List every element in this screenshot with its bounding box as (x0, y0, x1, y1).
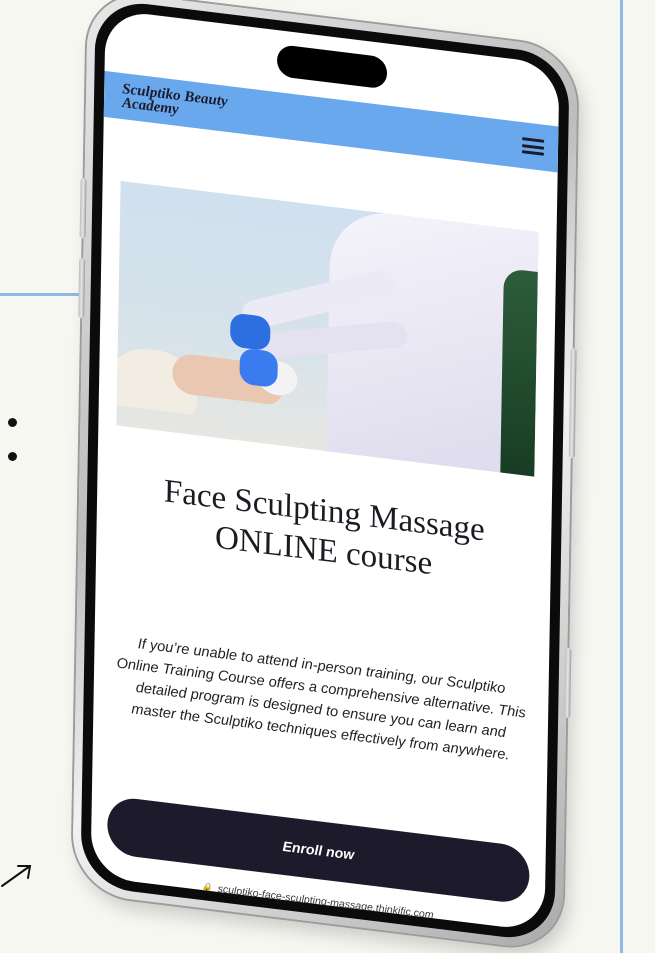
decor-dot (8, 452, 17, 461)
course-title: Face Sculpting Massage ONLINE course (163, 473, 485, 583)
menu-bar (521, 150, 544, 156)
hamburger-menu-icon[interactable] (521, 137, 545, 156)
menu-bar (522, 137, 545, 143)
volume-button (78, 257, 86, 319)
decor-dot (8, 418, 17, 427)
menu-bar (522, 143, 545, 150)
phone-screen: Sculptiko Beauty Academy Face Sculpting (90, 9, 560, 932)
volume-button (79, 178, 87, 239)
phone-mockup: Sculptiko Beauty Academy Face Sculpting (30, 0, 630, 953)
dynamic-island (276, 44, 388, 90)
brand-logo[interactable]: Sculptiko Beauty Academy (122, 81, 272, 128)
hero-plant-shape (500, 267, 538, 477)
hero-glove-shape (239, 347, 278, 389)
hero-image (116, 180, 539, 477)
course-description: If you’re unable to attend in-person tra… (116, 636, 526, 764)
side-button (564, 647, 572, 719)
hero-glove-shape (229, 312, 271, 352)
site-header: Sculptiko Beauty Academy (103, 70, 559, 173)
power-button (568, 348, 577, 459)
phone-device: Sculptiko Beauty Academy Face Sculpting (72, 0, 578, 953)
